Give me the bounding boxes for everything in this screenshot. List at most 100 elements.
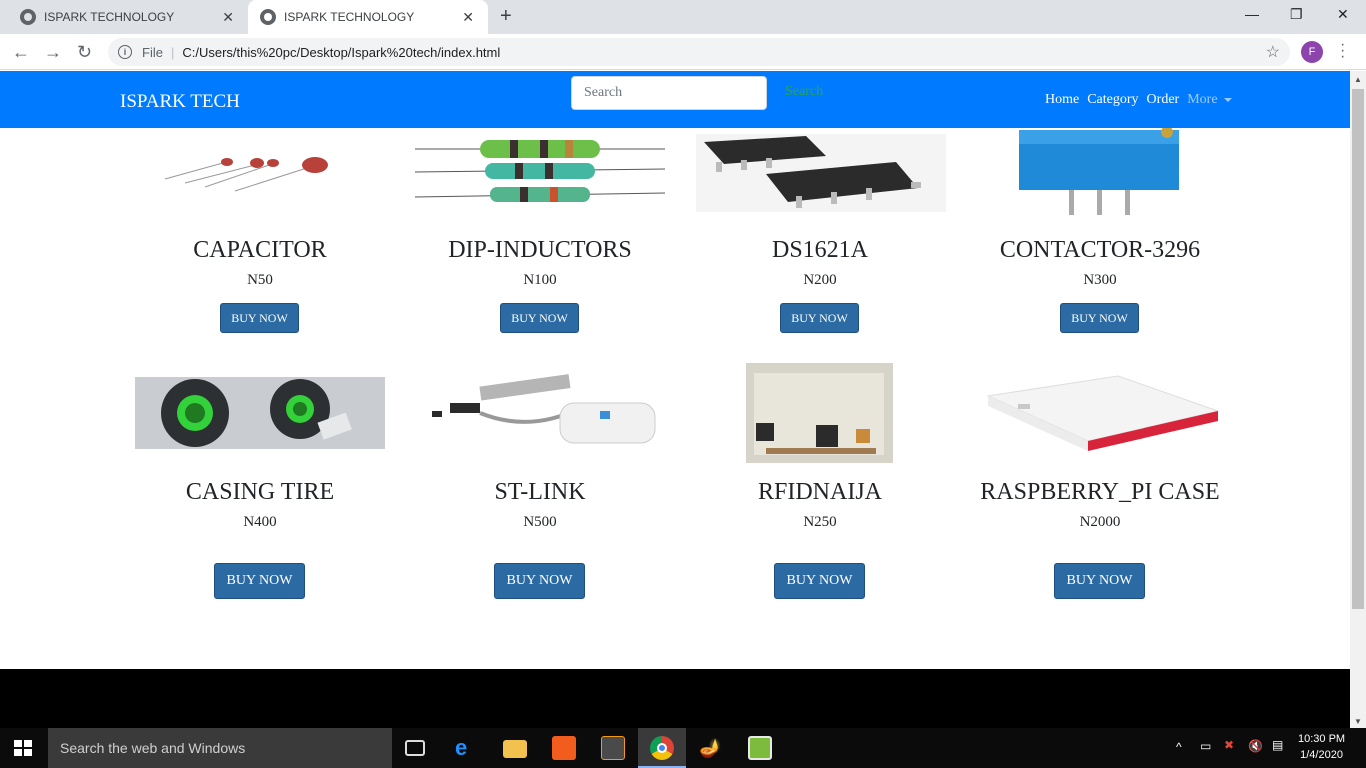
close-tab-icon[interactable]: ✕ — [462, 9, 474, 26]
nav-category[interactable]: Category — [1087, 92, 1138, 108]
product-name: DIP-INDUCTORS — [448, 237, 632, 263]
tab-title: ISPARK TECHNOLOGY — [284, 10, 415, 24]
product-name: RASPBERRY_PI CASE — [980, 479, 1220, 505]
st-link-image — [420, 363, 665, 463]
address-bar-row: ← → ↻ i File | C:/Users/this%20pc/Deskto… — [0, 34, 1366, 70]
product-card-rfidnaija: RFIDNAIJA N250 — [680, 479, 960, 531]
xampp-icon[interactable] — [552, 736, 576, 760]
file-explorer-icon[interactable] — [503, 740, 527, 758]
rfid-image — [746, 363, 893, 463]
buy-now-button[interactable]: BUY NOW — [220, 303, 299, 333]
product-price: N50 — [247, 272, 273, 288]
buy-now-button[interactable]: BUY NOW — [774, 563, 865, 599]
globe-icon — [260, 9, 276, 25]
product-name: ST-LINK — [494, 479, 586, 505]
windows-taskbar: Search the web and Windows e 🪔 ^ ▭ ✖ 🔇 ▤… — [0, 728, 1366, 768]
inductors-image — [415, 139, 665, 219]
product-name: CASING TIRE — [185, 479, 335, 505]
back-arrow-icon[interactable]: ← — [12, 42, 30, 63]
site-navbar: ISPARK TECH Search Search Home Category … — [0, 71, 1350, 128]
notepad-plus-icon[interactable] — [748, 736, 772, 760]
nav-links: Home Category Order More — [1045, 92, 1232, 108]
product-price: N300 — [1083, 272, 1117, 288]
site-brand[interactable]: ISPARK TECH — [120, 91, 240, 113]
product-card-st-link: ST-LINK N500 — [400, 479, 680, 531]
omnibox[interactable]: i File | C:/Users/this%20pc/Desktop/Ispa… — [108, 38, 1290, 66]
new-tab-button[interactable]: + — [500, 5, 512, 28]
product-price: N400 — [243, 514, 277, 530]
sublime-text-icon[interactable] — [601, 736, 625, 760]
reload-icon[interactable]: ↻ — [77, 42, 92, 63]
ds1621a-image — [696, 134, 946, 212]
buy-now-button[interactable]: BUY NOW — [780, 303, 859, 333]
profile-avatar[interactable]: F — [1301, 41, 1323, 63]
capacitor-image — [145, 139, 385, 219]
windows-start-icon[interactable] — [14, 740, 32, 756]
chevron-up-icon[interactable]: ^ — [1176, 740, 1182, 754]
chrome-taskbar-button[interactable] — [638, 728, 686, 768]
product-price: N200 — [803, 272, 837, 288]
forward-arrow-icon[interactable]: → — [44, 42, 62, 63]
buy-now-button[interactable]: BUY NOW — [500, 303, 579, 333]
product-card-ds1621a: DS1621A N200 — [680, 237, 960, 289]
product-card-casing-tire: CASING TIRE N400 — [120, 479, 400, 531]
volume-muted-icon[interactable]: 🔇 — [1248, 739, 1263, 753]
clock-time: 10:30 PM — [1298, 733, 1346, 745]
network-error-icon[interactable]: ✖ — [1224, 738, 1234, 752]
battery-icon[interactable]: ▭ — [1200, 739, 1211, 753]
clock-date: 1/4/2020 — [1300, 749, 1343, 761]
web-page: ISPARK TECH Search Search Home Category … — [0, 71, 1350, 728]
scheme-label: File — [142, 44, 163, 60]
close-window-icon[interactable]: ✕ — [1337, 6, 1349, 23]
product-price: N100 — [523, 272, 557, 288]
close-tab-icon[interactable]: ✕ — [222, 9, 234, 26]
divider: | — [170, 44, 175, 60]
nav-home[interactable]: Home — [1045, 92, 1079, 108]
browser-tab-bar: ISPARK TECHNOLOGY ✕ ISPARK TECHNOLOGY ✕ … — [0, 0, 1366, 34]
search-input[interactable]: Search — [571, 76, 767, 110]
menu-kebab-icon[interactable]: · · · — [1340, 37, 1345, 65]
casing-tire-image — [135, 377, 385, 449]
product-name: RFIDNAIJA — [757, 479, 882, 505]
scrollbar-thumb[interactable] — [1352, 89, 1364, 609]
chrome-icon — [650, 736, 674, 760]
product-card-contactor-3296: CONTACTOR-3296 N300 — [960, 237, 1240, 289]
taskbar-search-input[interactable]: Search the web and Windows — [48, 728, 392, 768]
product-name: CAPACITOR — [193, 237, 327, 263]
system-clock[interactable]: 10:30 PM 1/4/2020 — [1298, 731, 1345, 763]
page-scrollbar[interactable]: ▲ ▼ — [1350, 71, 1366, 728]
browser-tab-2[interactable]: ISPARK TECHNOLOGY ✕ — [248, 0, 488, 34]
task-view-icon[interactable] — [405, 740, 425, 756]
globe-icon — [20, 9, 36, 25]
notification-icon[interactable]: ▤ — [1272, 738, 1283, 752]
scroll-down-icon[interactable]: ▼ — [1354, 717, 1362, 726]
buy-now-button[interactable]: BUY NOW — [1060, 303, 1139, 333]
caret-down-icon — [1223, 97, 1232, 102]
scroll-up-icon[interactable]: ▲ — [1354, 75, 1362, 84]
product-name: DS1621A — [771, 237, 868, 263]
contactor-image — [1017, 128, 1182, 218]
buy-now-button[interactable]: BUY NOW — [214, 563, 305, 599]
product-card-capacitor: CAPACITOR N50 — [120, 237, 400, 289]
minimize-icon[interactable]: — — [1245, 6, 1259, 22]
edge-browser-icon[interactable]: e — [455, 736, 479, 760]
product-name: CONTACTOR-3296 — [999, 237, 1201, 263]
product-price: N2000 — [1079, 514, 1121, 530]
product-price: N500 — [523, 514, 557, 530]
lamp-app-icon[interactable]: 🪔 — [699, 736, 723, 760]
buy-now-button[interactable]: BUY NOW — [494, 563, 585, 599]
product-card-raspberry-pi-case: RASPBERRY_PI CASE N2000 — [960, 479, 1240, 531]
nav-more-dropdown[interactable]: More — [1187, 92, 1232, 108]
raspberry-pi-case-image — [978, 371, 1223, 456]
nav-more-label: More — [1187, 92, 1218, 107]
bookmark-star-icon[interactable]: ☆ — [1266, 42, 1280, 62]
url-text[interactable]: C:/Users/this%20pc/Desktop/Ispark%20tech… — [182, 45, 500, 60]
nav-order[interactable]: Order — [1147, 92, 1180, 108]
search-button[interactable]: Search — [785, 84, 823, 100]
product-price: N250 — [803, 514, 837, 530]
buy-now-button[interactable]: BUY NOW — [1054, 563, 1145, 599]
browser-tab-1[interactable]: ISPARK TECHNOLOGY ✕ — [0, 0, 248, 34]
restore-icon[interactable]: ❐ — [1290, 6, 1303, 23]
product-card-dip-inductors: DIP-INDUCTORS N100 — [400, 237, 680, 289]
info-icon[interactable]: i — [118, 45, 132, 59]
